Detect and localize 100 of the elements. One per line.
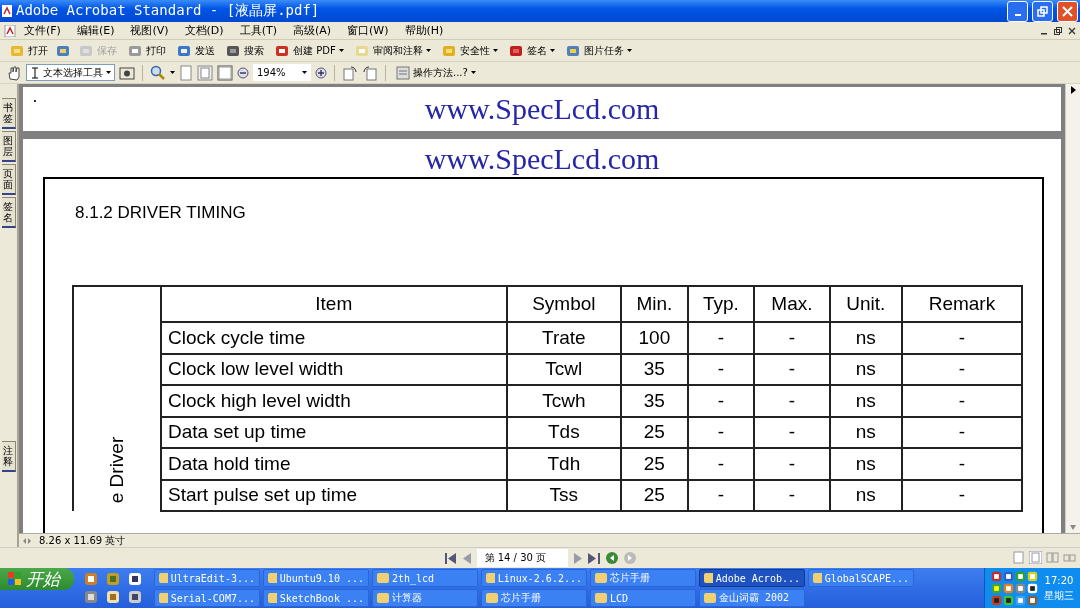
- table-cell: -: [754, 479, 830, 511]
- camera-icon[interactable]: [119, 64, 135, 81]
- window-title: Adobe Acrobat Standard - [液晶屏.pdf]: [16, 2, 321, 20]
- table-cell: Tdh: [506, 448, 622, 480]
- minimize-icon: [1014, 14, 1021, 16]
- vertical-scrollbar[interactable]: [1065, 84, 1080, 533]
- column-header: Typ.: [687, 286, 755, 322]
- app-icon: [486, 572, 495, 584]
- taskbar-button[interactable]: 2th_lcd: [372, 569, 478, 587]
- restore-button[interactable]: [1032, 0, 1053, 22]
- last-page-icon[interactable]: [587, 552, 600, 564]
- tray-icon[interactable]: [1003, 594, 1014, 606]
- menu-item[interactable]: 窗口(W): [339, 23, 397, 38]
- menu-item[interactable]: 视图(V): [122, 23, 177, 38]
- help-menu-button[interactable]: 操作方法...?: [393, 64, 479, 81]
- rotate-page-icon[interactable]: [362, 64, 378, 81]
- clock-day: 星期三: [1044, 588, 1074, 603]
- table-cell: ns: [829, 322, 902, 354]
- menu-item[interactable]: 帮助(H): [396, 23, 452, 38]
- table-cell: 25: [621, 416, 688, 448]
- table-cell: 25: [621, 479, 688, 511]
- taskbar-button[interactable]: SketchBook ...: [263, 589, 369, 607]
- table-cell: 25: [621, 448, 688, 480]
- app-icon: [595, 592, 607, 604]
- next-page-icon[interactable]: [573, 552, 582, 564]
- zoom-in-icon[interactable]: [150, 64, 166, 81]
- taskbar-button[interactable]: 计算器: [372, 589, 478, 607]
- table-cell: ns: [829, 385, 902, 417]
- toolbar-menu-button[interactable]: 图片任务: [561, 41, 635, 60]
- restore-icon: [1037, 5, 1048, 17]
- down-arrow-icon[interactable]: [1069, 523, 1077, 531]
- table-cell: -: [901, 322, 1022, 354]
- taskbar-button[interactable]: Serial-COM7...: [154, 589, 260, 607]
- app-icon: [268, 572, 277, 584]
- side-tab[interactable]: 页面: [2, 164, 16, 195]
- column-header: Item: [161, 286, 507, 322]
- taskbar-button[interactable]: 芯片手册: [590, 569, 696, 587]
- continuous-page-icon[interactable]: [1029, 551, 1042, 564]
- side-tab[interactable]: 图层: [2, 131, 16, 162]
- table-cell: ns: [829, 479, 902, 511]
- menu-item[interactable]: 文件(F): [16, 23, 69, 38]
- table-cell: Clock cycle time: [161, 322, 507, 354]
- table-cell: Tcwl: [506, 353, 622, 385]
- toolbar-menu-button[interactable]: 创建 PDF: [271, 41, 347, 60]
- toolbar-menu-button[interactable]: 安全性: [437, 41, 501, 60]
- select-tool-dropdown[interactable]: 文本选择工具: [26, 64, 115, 81]
- table-cell: ns: [829, 353, 902, 385]
- menu-item[interactable]: 工具(T): [231, 23, 285, 38]
- toolbar-menu-button[interactable]: 审阅和注释: [350, 41, 434, 60]
- close-button[interactable]: [1057, 0, 1078, 22]
- minimize-button[interactable]: [1007, 0, 1028, 22]
- taskbar-button[interactable]: Linux-2.6.2...: [481, 569, 587, 587]
- previous-page-icon[interactable]: [462, 552, 471, 564]
- taskbar-button[interactable]: Adobe Acrob...: [699, 569, 805, 587]
- pdf-icon: [2, 5, 12, 17]
- back-icon[interactable]: [605, 552, 618, 564]
- side-tab[interactable]: 书签: [2, 98, 16, 129]
- toolbar-button[interactable]: 发送: [173, 41, 218, 60]
- menu-item[interactable]: 高级(A): [284, 23, 340, 38]
- taskbar-button[interactable]: GlobalSCAPE...: [808, 569, 914, 587]
- close-icon[interactable]: [1068, 26, 1076, 35]
- table-cell: -: [901, 448, 1022, 480]
- taskbar-button[interactable]: Ubuntu9.10 ...: [263, 569, 369, 587]
- fit-width-icon[interactable]: [217, 64, 233, 81]
- table-cell: Tds: [506, 416, 622, 448]
- page-number-field[interactable]: 第 14 / 30 页: [476, 549, 568, 567]
- dropdown-arrow-icon: [302, 71, 307, 74]
- side-tab[interactable]: 注释: [2, 441, 16, 472]
- menu-item[interactable]: 编辑(E): [68, 23, 123, 38]
- dropdown-arrow-icon: [106, 71, 111, 74]
- start-button[interactable]: 开始: [0, 568, 74, 590]
- toolbar-menu-button[interactable]: 签名: [504, 41, 558, 60]
- dropdown-arrow-icon[interactable]: [170, 71, 175, 74]
- fit-page-icon[interactable]: [197, 64, 213, 81]
- toolbar-button[interactable]: 打开: [6, 41, 51, 60]
- table-cell: -: [754, 385, 830, 417]
- list-icon: [396, 65, 410, 80]
- dropdown-arrow-icon: [626, 49, 632, 52]
- taskbar-button[interactable]: UltraEdit-3...: [154, 569, 260, 587]
- restore-icon[interactable]: [1054, 26, 1062, 35]
- zoom-in-icon[interactable]: [315, 66, 327, 79]
- hand-icon[interactable]: [6, 64, 22, 81]
- taskbar-button[interactable]: 芯片手册: [481, 589, 587, 607]
- taskbar-button[interactable]: LCD: [590, 589, 696, 607]
- rotate-page-icon[interactable]: [342, 64, 358, 81]
- tray-icon[interactable]: [1027, 582, 1038, 594]
- zoom-out-icon[interactable]: [237, 66, 249, 79]
- menu-item[interactable]: 文档(D): [176, 23, 232, 38]
- app-icon[interactable]: [128, 572, 142, 586]
- taskbar-button[interactable]: 金山词霸 2002: [699, 589, 805, 607]
- zoom-field[interactable]: 194%: [253, 64, 311, 81]
- table-cell: -: [754, 416, 830, 448]
- table-cell: -: [901, 416, 1022, 448]
- first-page-icon[interactable]: [444, 552, 457, 564]
- right-arrow-icon[interactable]: [1069, 86, 1077, 94]
- toolbar-button[interactable]: 打印: [124, 41, 169, 60]
- tray-icon[interactable]: [991, 570, 1002, 582]
- app-icon: [704, 592, 716, 604]
- side-tab[interactable]: 签名: [2, 197, 16, 228]
- toolbar-button[interactable]: 搜索: [222, 41, 267, 60]
